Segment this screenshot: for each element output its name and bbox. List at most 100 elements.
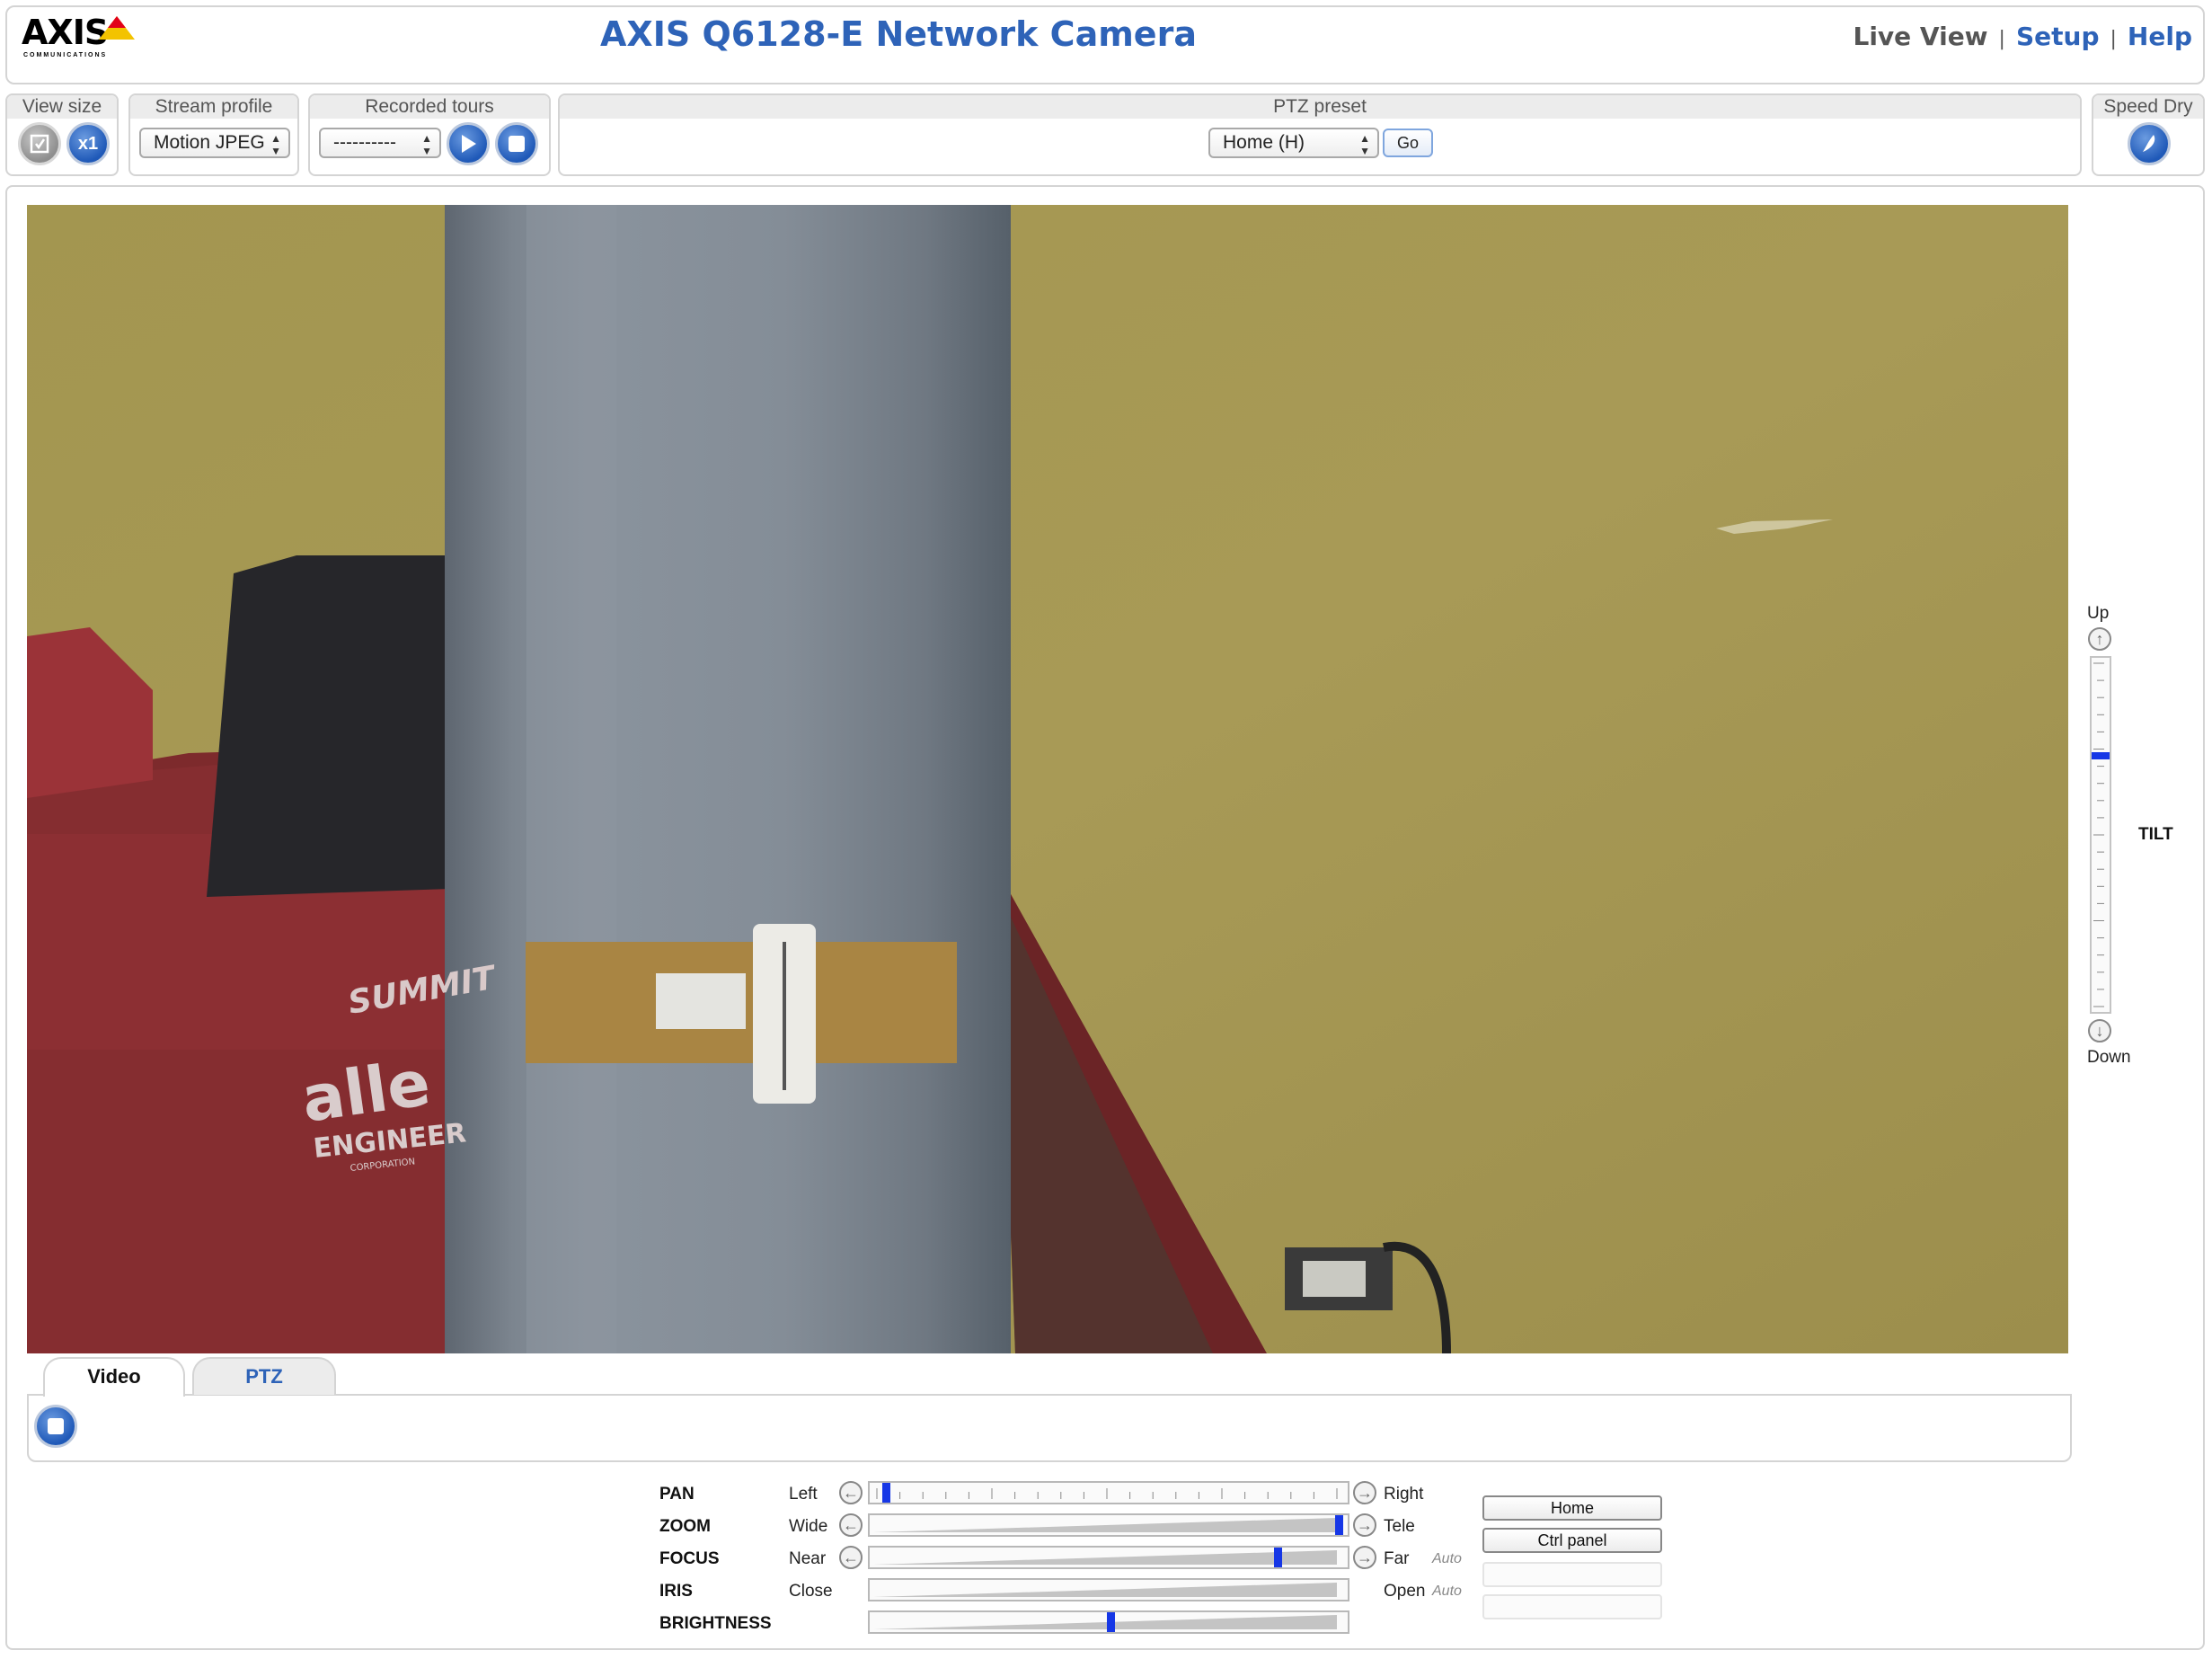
tilt-title: TILT: [2138, 825, 2173, 844]
axis-logo[interactable]: AXIS COMMUNICATIONS: [18, 11, 139, 65]
nav-live-view[interactable]: Live View: [1853, 22, 1987, 51]
ptz-preset-select[interactable]: Home (H) ▲ ▼: [1208, 128, 1379, 158]
nav-help[interactable]: Help: [2128, 22, 2192, 51]
ptz-preset-go-button[interactable]: Go: [1383, 129, 1433, 157]
arrow-left-icon: ←: [843, 1548, 859, 1566]
zoom-slider[interactable]: [868, 1513, 1349, 1537]
page-title: AXIS Q6128-E Network Camera: [600, 14, 1197, 54]
logo-text: AXIS: [22, 13, 109, 52]
focus-slider-wedge: [873, 1550, 1337, 1565]
empty-button-slot: [1482, 1594, 1662, 1619]
iris-low-label: Close: [789, 1582, 833, 1601]
arrow-up-icon: ↑: [2095, 630, 2104, 648]
play-tour-button[interactable]: [447, 122, 490, 165]
zoom-wide-button[interactable]: ←: [839, 1513, 863, 1537]
ptz-preset-value: Home (H): [1223, 132, 1305, 153]
focus-auto-link[interactable]: Auto: [1432, 1551, 1462, 1567]
pan-slider[interactable]: [868, 1481, 1349, 1504]
zoom-low-label: Wide: [789, 1517, 828, 1536]
tilt-up-label: Up: [2087, 604, 2110, 623]
focus-near-button[interactable]: ←: [839, 1546, 863, 1569]
play-icon: [449, 125, 487, 163]
recorded-tours-select[interactable]: ---------- ▲ ▼: [319, 128, 441, 158]
logo-subtext: COMMUNICATIONS: [23, 52, 108, 58]
recorded-tours-value: ----------: [333, 132, 396, 153]
scale-x1-label: x1: [77, 133, 99, 154]
pan-scale-ticks: [876, 1488, 1338, 1499]
arrow-down-icon: ↓: [2095, 1022, 2104, 1040]
stop-video-button[interactable]: [34, 1405, 77, 1448]
zoom-slider-wedge: [873, 1518, 1337, 1532]
stop-tour-button[interactable]: [495, 122, 538, 165]
zoom-slider-thumb[interactable]: [1335, 1515, 1343, 1535]
iris-high-label: Open: [1384, 1582, 1426, 1601]
iris-auto-link[interactable]: Auto: [1432, 1584, 1462, 1600]
pan-label: PAN: [659, 1485, 695, 1504]
live-video-view[interactable]: SUMMIT alle ENGINEER CORPORATION: [27, 205, 2068, 1353]
tilt-down-label: Down: [2087, 1048, 2131, 1067]
speed-dry-group: Speed Dry: [2092, 93, 2205, 176]
zoom-high-label: Tele: [1384, 1517, 1415, 1536]
stop-icon: [37, 1407, 75, 1445]
ctrl-panel-button[interactable]: Ctrl panel: [1482, 1528, 1662, 1553]
arrow-left-icon: ←: [843, 1516, 859, 1534]
stream-profile-group: Stream profile Motion JPEG ▲ ▼: [128, 93, 299, 176]
arrow-left-icon: ←: [843, 1484, 859, 1502]
speed-dry-label: Speed Dry: [2093, 95, 2203, 119]
tilt-slider-thumb[interactable]: [2092, 752, 2110, 759]
pan-left-button[interactable]: ←: [839, 1481, 863, 1504]
focus-slider-thumb[interactable]: [1274, 1548, 1282, 1567]
focus-far-button[interactable]: →: [1353, 1546, 1376, 1569]
nav-separator: |: [1998, 28, 2005, 50]
tab-video[interactable]: Video: [43, 1357, 185, 1397]
focus-label: FOCUS: [659, 1549, 720, 1568]
empty-button-slot: [1482, 1562, 1662, 1587]
arrow-right-icon: →: [1357, 1548, 1373, 1566]
iris-slider[interactable]: [868, 1578, 1349, 1601]
iris-slider-wedge: [873, 1583, 1337, 1597]
pan-right-button[interactable]: →: [1353, 1481, 1376, 1504]
pan-high-label: Right: [1384, 1485, 1424, 1504]
select-arrows-icon: ▲ ▼: [270, 132, 281, 157]
tilt-up-button[interactable]: ↑: [2088, 627, 2111, 651]
arrow-right-icon: →: [1357, 1484, 1373, 1502]
tilt-down-button[interactable]: ↓: [2088, 1019, 2111, 1042]
fullscreen-icon: [21, 125, 58, 163]
zoom-label: ZOOM: [659, 1517, 711, 1536]
stream-profile-value: Motion JPEG: [154, 132, 265, 153]
stream-profile-label: Stream profile: [130, 95, 297, 119]
scale-x1-button[interactable]: x1: [66, 122, 110, 165]
view-size-group: View size x1: [5, 93, 119, 176]
speed-dry-icon: [2130, 125, 2168, 163]
ptz-preset-label: PTZ preset: [560, 95, 2080, 119]
stream-profile-select[interactable]: Motion JPEG ▲ ▼: [139, 128, 290, 158]
recorded-tours-group: Recorded tours ---------- ▲ ▼: [308, 93, 551, 176]
tab-ptz[interactable]: PTZ: [192, 1357, 336, 1395]
pan-slider-thumb[interactable]: [882, 1483, 890, 1503]
home-button[interactable]: Home: [1482, 1495, 1662, 1521]
nav-setup[interactable]: Setup: [2016, 22, 2100, 51]
focus-slider[interactable]: [868, 1546, 1349, 1569]
video-tab-panel: [27, 1394, 2072, 1462]
zoom-tele-button[interactable]: →: [1353, 1513, 1376, 1537]
nav-separator: |: [2110, 28, 2117, 50]
iris-label: IRIS: [659, 1582, 693, 1601]
speed-dry-button[interactable]: [2128, 122, 2171, 165]
ptz-preset-group: PTZ preset Home (H) ▲ ▼ Go: [558, 93, 2082, 176]
logo-triangle-icon: [99, 16, 135, 40]
brightness-slider-wedge: [873, 1615, 1337, 1629]
stop-icon: [498, 125, 535, 163]
select-arrows-icon: ▲ ▼: [1359, 132, 1370, 157]
pan-low-label: Left: [789, 1485, 818, 1504]
brightness-slider-thumb[interactable]: [1107, 1612, 1115, 1632]
focus-high-label: Far: [1384, 1549, 1410, 1568]
recorded-tours-label: Recorded tours: [310, 95, 549, 119]
tilt-scale-ticks: [2093, 662, 2104, 1007]
select-arrows-icon: ▲ ▼: [421, 132, 432, 157]
arrow-right-icon: →: [1357, 1516, 1373, 1534]
brightness-slider[interactable]: [868, 1610, 1349, 1634]
fullscreen-button[interactable]: [18, 122, 61, 165]
view-size-label: View size: [7, 95, 117, 119]
top-navigation: Live View | Setup | Help: [1853, 22, 2192, 51]
focus-low-label: Near: [789, 1549, 827, 1568]
